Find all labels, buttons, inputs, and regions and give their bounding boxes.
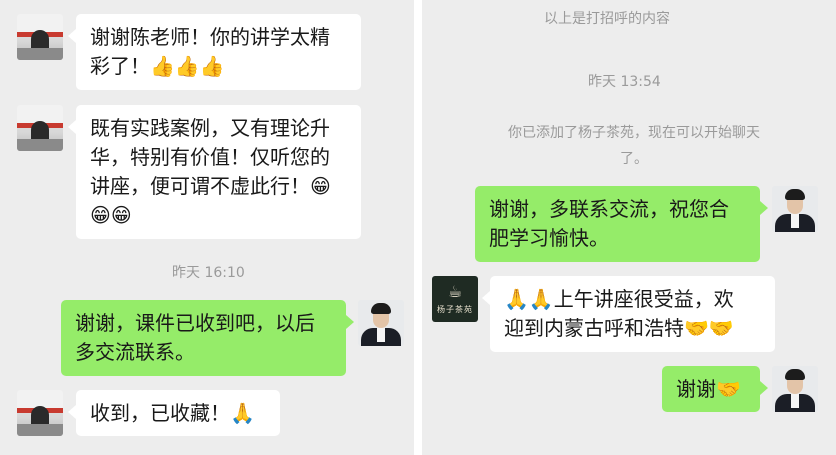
user-avatar[interactable] [358,300,404,346]
user-avatar[interactable] [772,186,818,232]
message-bubble-sent[interactable]: 谢谢，课件已收到吧，以后 多交流联系。 [61,300,354,376]
right-chat-panel: 以上是打招呼的内容 昨天 13:54 你已添加了杨子茶苑，现在可以开始聊天 了。… [422,0,836,455]
system-message: 以上是打招呼的内容 [544,11,670,27]
message-line: 华，特别有价值！仅听您的 [90,145,330,169]
message-line: 肥学习愉快。 [489,226,609,250]
message-line: 收到，已收藏！🙏 [90,401,255,425]
message-line: 彩了！👍👍👍 [90,54,225,78]
message-bubble-sent[interactable]: 谢谢🤝 [662,366,768,412]
message-line: 多交流联系。 [75,340,195,364]
contact-avatar[interactable] [17,105,63,151]
message-line: 谢谢陈老师！你的讲学太精 [90,25,330,49]
user-avatar[interactable] [772,366,818,412]
system-message-added: 你已添加了杨子茶苑，现在可以开始聊天 了。 [464,120,804,172]
logo-text: 杨子茶苑 [437,305,473,314]
message-line: 迎到内蒙古呼和浩特🤝🤝 [504,316,734,340]
contact-avatar[interactable] [17,14,63,60]
message-line: 😁😁 [90,203,132,227]
timestamp: 昨天 16:10 [172,265,245,281]
message-line: 谢谢🤝 [676,377,741,401]
message-line: 谢谢，课件已收到吧，以后 [75,311,315,335]
left-chat-panel: 谢谢陈老师！你的讲学太精 彩了！👍👍👍 既有实践案例，又有理论升 华，特别有价值… [0,0,414,455]
system-line: 你已添加了杨子茶苑，现在可以开始聊天 [508,125,760,141]
message-bubble[interactable]: 既有实践案例，又有理论升 华，特别有价值！仅听您的 讲座，便可谓不虚此行！😁 😁… [68,105,361,239]
message-line: 🙏🙏上午讲座很受益，欢 [504,287,734,311]
message-bubble-sent[interactable]: 谢谢，多联系交流，祝您合 肥学习愉快。 [475,186,768,262]
contact-avatar[interactable] [17,390,63,436]
message-bubble[interactable]: 🙏🙏上午讲座很受益，欢 迎到内蒙古呼和浩特🤝🤝 [482,276,775,352]
message-line: 讲座，便可谓不虚此行！😁 [90,174,331,198]
message-bubble[interactable]: 谢谢陈老师！你的讲学太精 彩了！👍👍👍 [68,14,361,90]
message-bubble[interactable]: 收到，已收藏！🙏 [68,390,280,436]
teacup-icon: ☕ [447,282,463,301]
system-line: 了。 [620,151,648,167]
contact-avatar-logo[interactable]: ☕ 杨子茶苑 [432,276,478,322]
timestamp: 昨天 13:54 [588,74,661,90]
message-line: 谢谢，多联系交流，祝您合 [489,197,729,221]
message-line: 既有实践案例，又有理论升 [90,116,330,140]
